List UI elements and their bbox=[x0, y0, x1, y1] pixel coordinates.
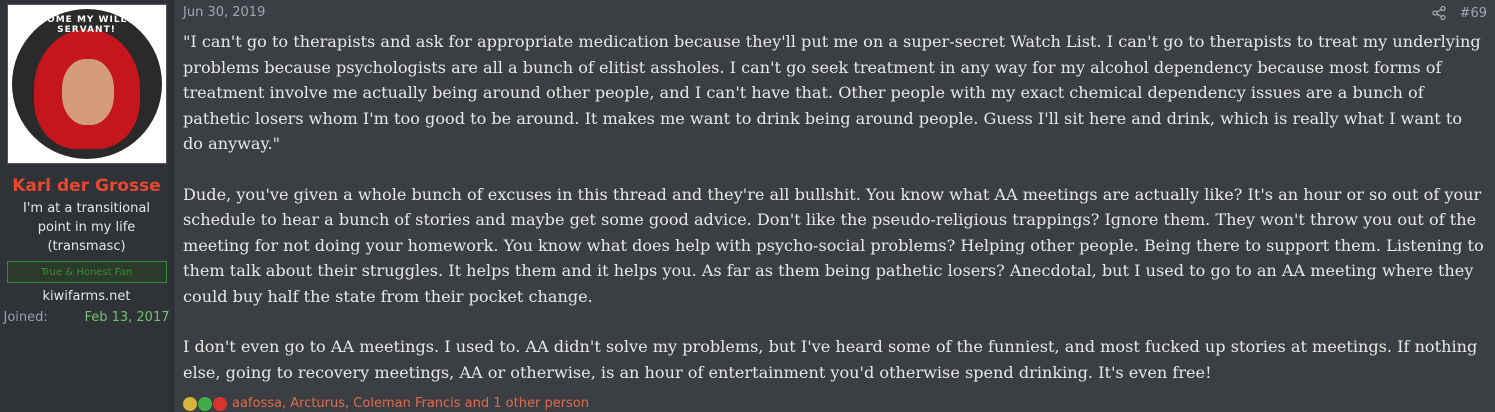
reactions-bar[interactable]: aafossa, Arcturus, Coleman Francis and 1… bbox=[183, 396, 589, 411]
post-number[interactable]: #69 bbox=[1460, 6, 1487, 21]
avatar-image: BECOME MY WILLING SERVANT! bbox=[11, 9, 162, 159]
heart-icon bbox=[213, 396, 227, 411]
avatar-caption: BECOME MY WILLING SERVANT! bbox=[24, 15, 149, 35]
user-site: kiwifarms.net bbox=[42, 289, 131, 304]
check-icon bbox=[198, 396, 212, 411]
username-link[interactable]: Karl der Grosse bbox=[12, 176, 161, 196]
reaction-icons bbox=[183, 396, 228, 411]
avatar-face bbox=[61, 59, 114, 125]
reaction-users[interactable]: aafossa, Arcturus, Coleman Francis and 1… bbox=[232, 396, 589, 411]
body-paragraph-1: "I can't go to therapists and ask for ap… bbox=[183, 32, 1481, 153]
message-attribution: Jun 30, 2019 #69 bbox=[183, 0, 1495, 26]
message-meta-right: #69 bbox=[1431, 6, 1487, 21]
message-body: "I can't go to therapists and ask for ap… bbox=[183, 29, 1495, 385]
message-post: BECOME MY WILLING SERVANT! Karl der Gros… bbox=[0, 0, 1495, 412]
pineapple-icon bbox=[183, 396, 197, 411]
user-title: I'm at a transitional point in my life (… bbox=[22, 201, 150, 254]
body-paragraph-3: I don't even go to AA meetings. I used t… bbox=[183, 337, 1478, 382]
share-icon[interactable] bbox=[1431, 6, 1446, 20]
body-paragraph-2: Dude, you've given a whole bunch of excu… bbox=[183, 184, 1484, 306]
message-main: Jun 30, 2019 #69 "I can't go to therapis… bbox=[174, 0, 1495, 412]
joined-row: Joined: Feb 13, 2017 bbox=[4, 310, 170, 325]
joined-label: Joined: bbox=[3, 310, 48, 325]
avatar[interactable]: BECOME MY WILLING SERVANT! bbox=[6, 4, 167, 164]
user-banner: True & Honest Fan bbox=[6, 261, 167, 283]
post-date[interactable]: Jun 30, 2019 bbox=[183, 5, 265, 20]
joined-date: Feb 13, 2017 bbox=[84, 310, 170, 325]
user-sidebar: BECOME MY WILLING SERVANT! Karl der Gros… bbox=[0, 0, 174, 412]
